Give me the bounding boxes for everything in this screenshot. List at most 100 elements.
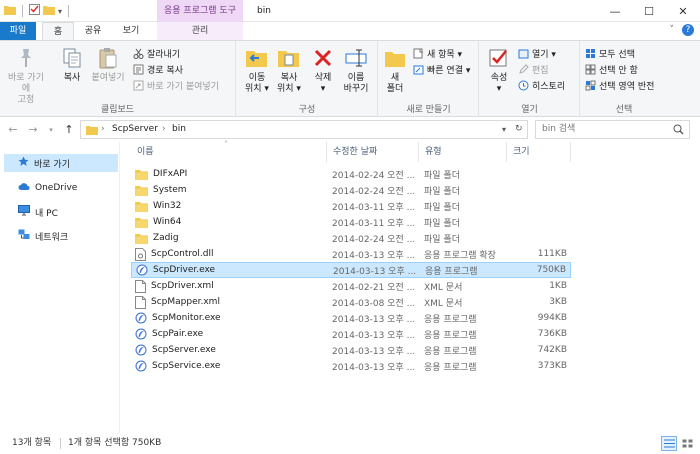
address-bar[interactable]: › ScpServer › bin ▾ ↻ — [80, 120, 528, 139]
file-name: DIFxAPI — [153, 169, 188, 179]
address-row: ← → ▾ ↑ › ScpServer › bin ▾ ↻ bin 검색 — [0, 118, 700, 142]
exe-app-icon — [135, 360, 147, 372]
properties-check-icon[interactable] — [29, 4, 40, 18]
new-item-button[interactable]: 새 항목 ▾ — [413, 47, 462, 60]
column-size[interactable]: 크기 — [507, 142, 571, 162]
qat-dropdown-icon[interactable]: ▾ — [58, 7, 62, 16]
table-row[interactable]: ScpDriver.xml 2014-02-21 오전 ... XML 문서 1KB — [131, 278, 571, 294]
details-view-button[interactable] — [661, 436, 677, 451]
nav-item-quick-access[interactable]: 바로 가기 — [4, 154, 118, 172]
star-icon — [18, 156, 29, 170]
refresh-icon[interactable]: ↻ — [515, 121, 523, 138]
copy-to-button[interactable]: 복사 위치 ▾ — [273, 45, 305, 95]
file-list: ˄ 이름 수정한 날짜 유형 크기 DIFxAPI 2014-02-24 오전 .… — [121, 140, 700, 433]
paste-shortcut-button[interactable]: 바로 가기 붙여넣기 — [133, 79, 219, 92]
paste-button[interactable]: 붙여넣기 — [88, 45, 128, 84]
table-row[interactable]: Win32 2014-03-11 오후 ... 파일 폴더 — [131, 198, 571, 214]
file-name: ScpMapper.xml — [151, 297, 220, 307]
breadcrumb-scpserver[interactable]: ScpServer — [112, 121, 158, 138]
select-none-icon — [585, 64, 596, 75]
file-size: 994KB — [537, 313, 567, 323]
new-folder-qat-icon[interactable] — [43, 4, 55, 18]
easy-access-button[interactable]: 빠른 연결 ▾ — [413, 63, 470, 76]
file-name-cell: ScpControl.dll — [135, 247, 325, 261]
status-item-count: 13개 항목 — [12, 438, 52, 448]
tab-view[interactable]: 보기 — [114, 22, 148, 40]
file-type: 파일 폴더 — [424, 186, 460, 197]
table-row[interactable]: System 2014-02-24 오전 ... 파일 폴더 — [131, 182, 571, 198]
column-type[interactable]: 유형 — [419, 142, 507, 162]
open-group: 속성 ▾ 열기 ▾ 편집 히스토리 열기 — [480, 41, 580, 117]
breadcrumb-bin[interactable]: bin — [172, 121, 186, 138]
edit-button[interactable]: 편집 — [518, 63, 549, 76]
pin-quick-access-button[interactable]: 바로 가기에 고정 — [4, 45, 48, 106]
tab-share[interactable]: 공유 — [76, 22, 110, 40]
pin-icon — [13, 45, 39, 71]
folder-icon — [135, 233, 148, 244]
search-icon[interactable] — [673, 124, 684, 138]
rename-button[interactable]: 이름 바꾸기 — [339, 45, 373, 95]
breadcrumb-chevron-icon[interactable]: › — [101, 121, 105, 138]
table-row[interactable]: Win64 2014-03-11 오후 ... 파일 폴더 — [131, 214, 571, 230]
select-none-button[interactable]: 선택 안 함 — [585, 63, 638, 76]
address-dropdown-icon[interactable]: ▾ — [502, 121, 506, 138]
scissors-icon — [133, 48, 144, 59]
forward-arrow-icon[interactable]: → — [26, 123, 40, 137]
open-button[interactable]: 열기 ▾ — [518, 47, 556, 60]
table-row[interactable]: ScpService.exe 2014-03-13 오후 ... 응용 프로그램 37… — [131, 358, 571, 374]
table-row[interactable]: ScpServer.exe 2014-03-13 오후 ... 응용 프로그램 742… — [131, 342, 571, 358]
search-input[interactable]: bin 검색 — [542, 121, 575, 138]
file-name: ScpPair.exe — [152, 329, 204, 339]
table-row[interactable]: ScpMonitor.exe 2014-03-13 오후 ... 응용 프로그램 99… — [131, 310, 571, 326]
file-name-cell: DIFxAPI — [135, 169, 325, 180]
column-name[interactable]: 이름 — [131, 142, 327, 162]
window-title: bin — [257, 6, 271, 16]
tab-file[interactable]: 파일 — [0, 22, 36, 40]
large-icons-view-button[interactable] — [679, 436, 695, 451]
new-folder-icon — [382, 45, 408, 71]
new-folder-button[interactable]: 새 폴더 — [381, 45, 409, 95]
properties-button[interactable]: 속성 ▾ — [484, 45, 514, 95]
copy-button[interactable]: 복사 — [56, 45, 88, 84]
search-box[interactable]: bin 검색 — [535, 120, 690, 139]
cut-button[interactable]: 잘라내기 — [133, 47, 180, 60]
column-date[interactable]: 수정한 날짜 — [327, 142, 419, 162]
table-row[interactable]: ScpControl.dll 2014-03-13 오후 ... 응용 프로그램 확… — [131, 246, 571, 262]
file-type: XML 문서 — [424, 282, 463, 293]
edit-pencil-icon — [518, 64, 529, 75]
move-to-button[interactable]: 이동 위치 ▾ — [241, 45, 273, 95]
back-arrow-icon[interactable]: ← — [6, 123, 20, 137]
table-row[interactable]: ScpPair.exe 2014-03-13 오후 ... 응용 프로그램 736KB — [131, 326, 571, 342]
file-name-cell: ScpService.exe — [135, 360, 325, 372]
file-date: 2014-02-24 오전 ... — [332, 170, 416, 181]
file-size: 736KB — [537, 329, 567, 339]
maximize-button[interactable]: ☐ — [632, 0, 666, 22]
nav-item-onedrive[interactable]: OneDrive — [4, 179, 118, 197]
history-button[interactable]: 히스토리 — [518, 79, 565, 92]
minimize-button[interactable]: — — [598, 0, 632, 22]
recent-dropdown-icon[interactable]: ▾ — [44, 123, 58, 137]
tab-home[interactable]: 홈 — [42, 22, 74, 40]
copy-path-button[interactable]: 경로 복사 — [133, 63, 183, 76]
invert-selection-button[interactable]: 선택 영역 반전 — [585, 79, 654, 92]
organize-group: 이동 위치 ▾ 복사 위치 ▾ 삭제 ▾ 이름 바꾸기 구성 — [237, 41, 378, 117]
table-row[interactable]: Zadig 2014-02-24 오전 ... 파일 폴더 — [131, 230, 571, 246]
select-all-button[interactable]: 모두 선택 — [585, 47, 635, 60]
close-button[interactable]: ✕ — [666, 0, 700, 22]
delete-button[interactable]: 삭제 ▾ — [307, 45, 339, 95]
help-icon[interactable]: ? — [682, 24, 694, 36]
breadcrumb-chevron-icon[interactable]: › — [162, 121, 166, 138]
ribbon-collapse-icon[interactable]: ˅ — [670, 25, 675, 35]
up-arrow-icon[interactable]: ↑ — [62, 123, 76, 137]
table-row[interactable]: ScpDriver.exe 2014-03-13 오후 ... 응용 프로그램 750… — [131, 262, 571, 278]
rename-icon — [343, 45, 369, 71]
nav-item-this-pc[interactable]: 내 PC — [4, 203, 118, 221]
table-row[interactable]: DIFxAPI 2014-02-24 오전 ... 파일 폴더 — [131, 166, 571, 182]
ribbon-tabs: 파일 홈 공유 보기 관리 ˅ ? — [0, 22, 700, 40]
file-type: 파일 폴더 — [424, 218, 460, 229]
nav-item-network[interactable]: 네트워크 — [4, 227, 118, 245]
tab-manage[interactable]: 관리 — [157, 22, 243, 40]
status-bar: 13개 항목 1개 항목 선택함 750KB — [0, 433, 700, 454]
exe-app-icon — [135, 328, 147, 340]
table-row[interactable]: ScpMapper.xml 2014-03-08 오전 ... XML 문서 3KB — [131, 294, 571, 310]
